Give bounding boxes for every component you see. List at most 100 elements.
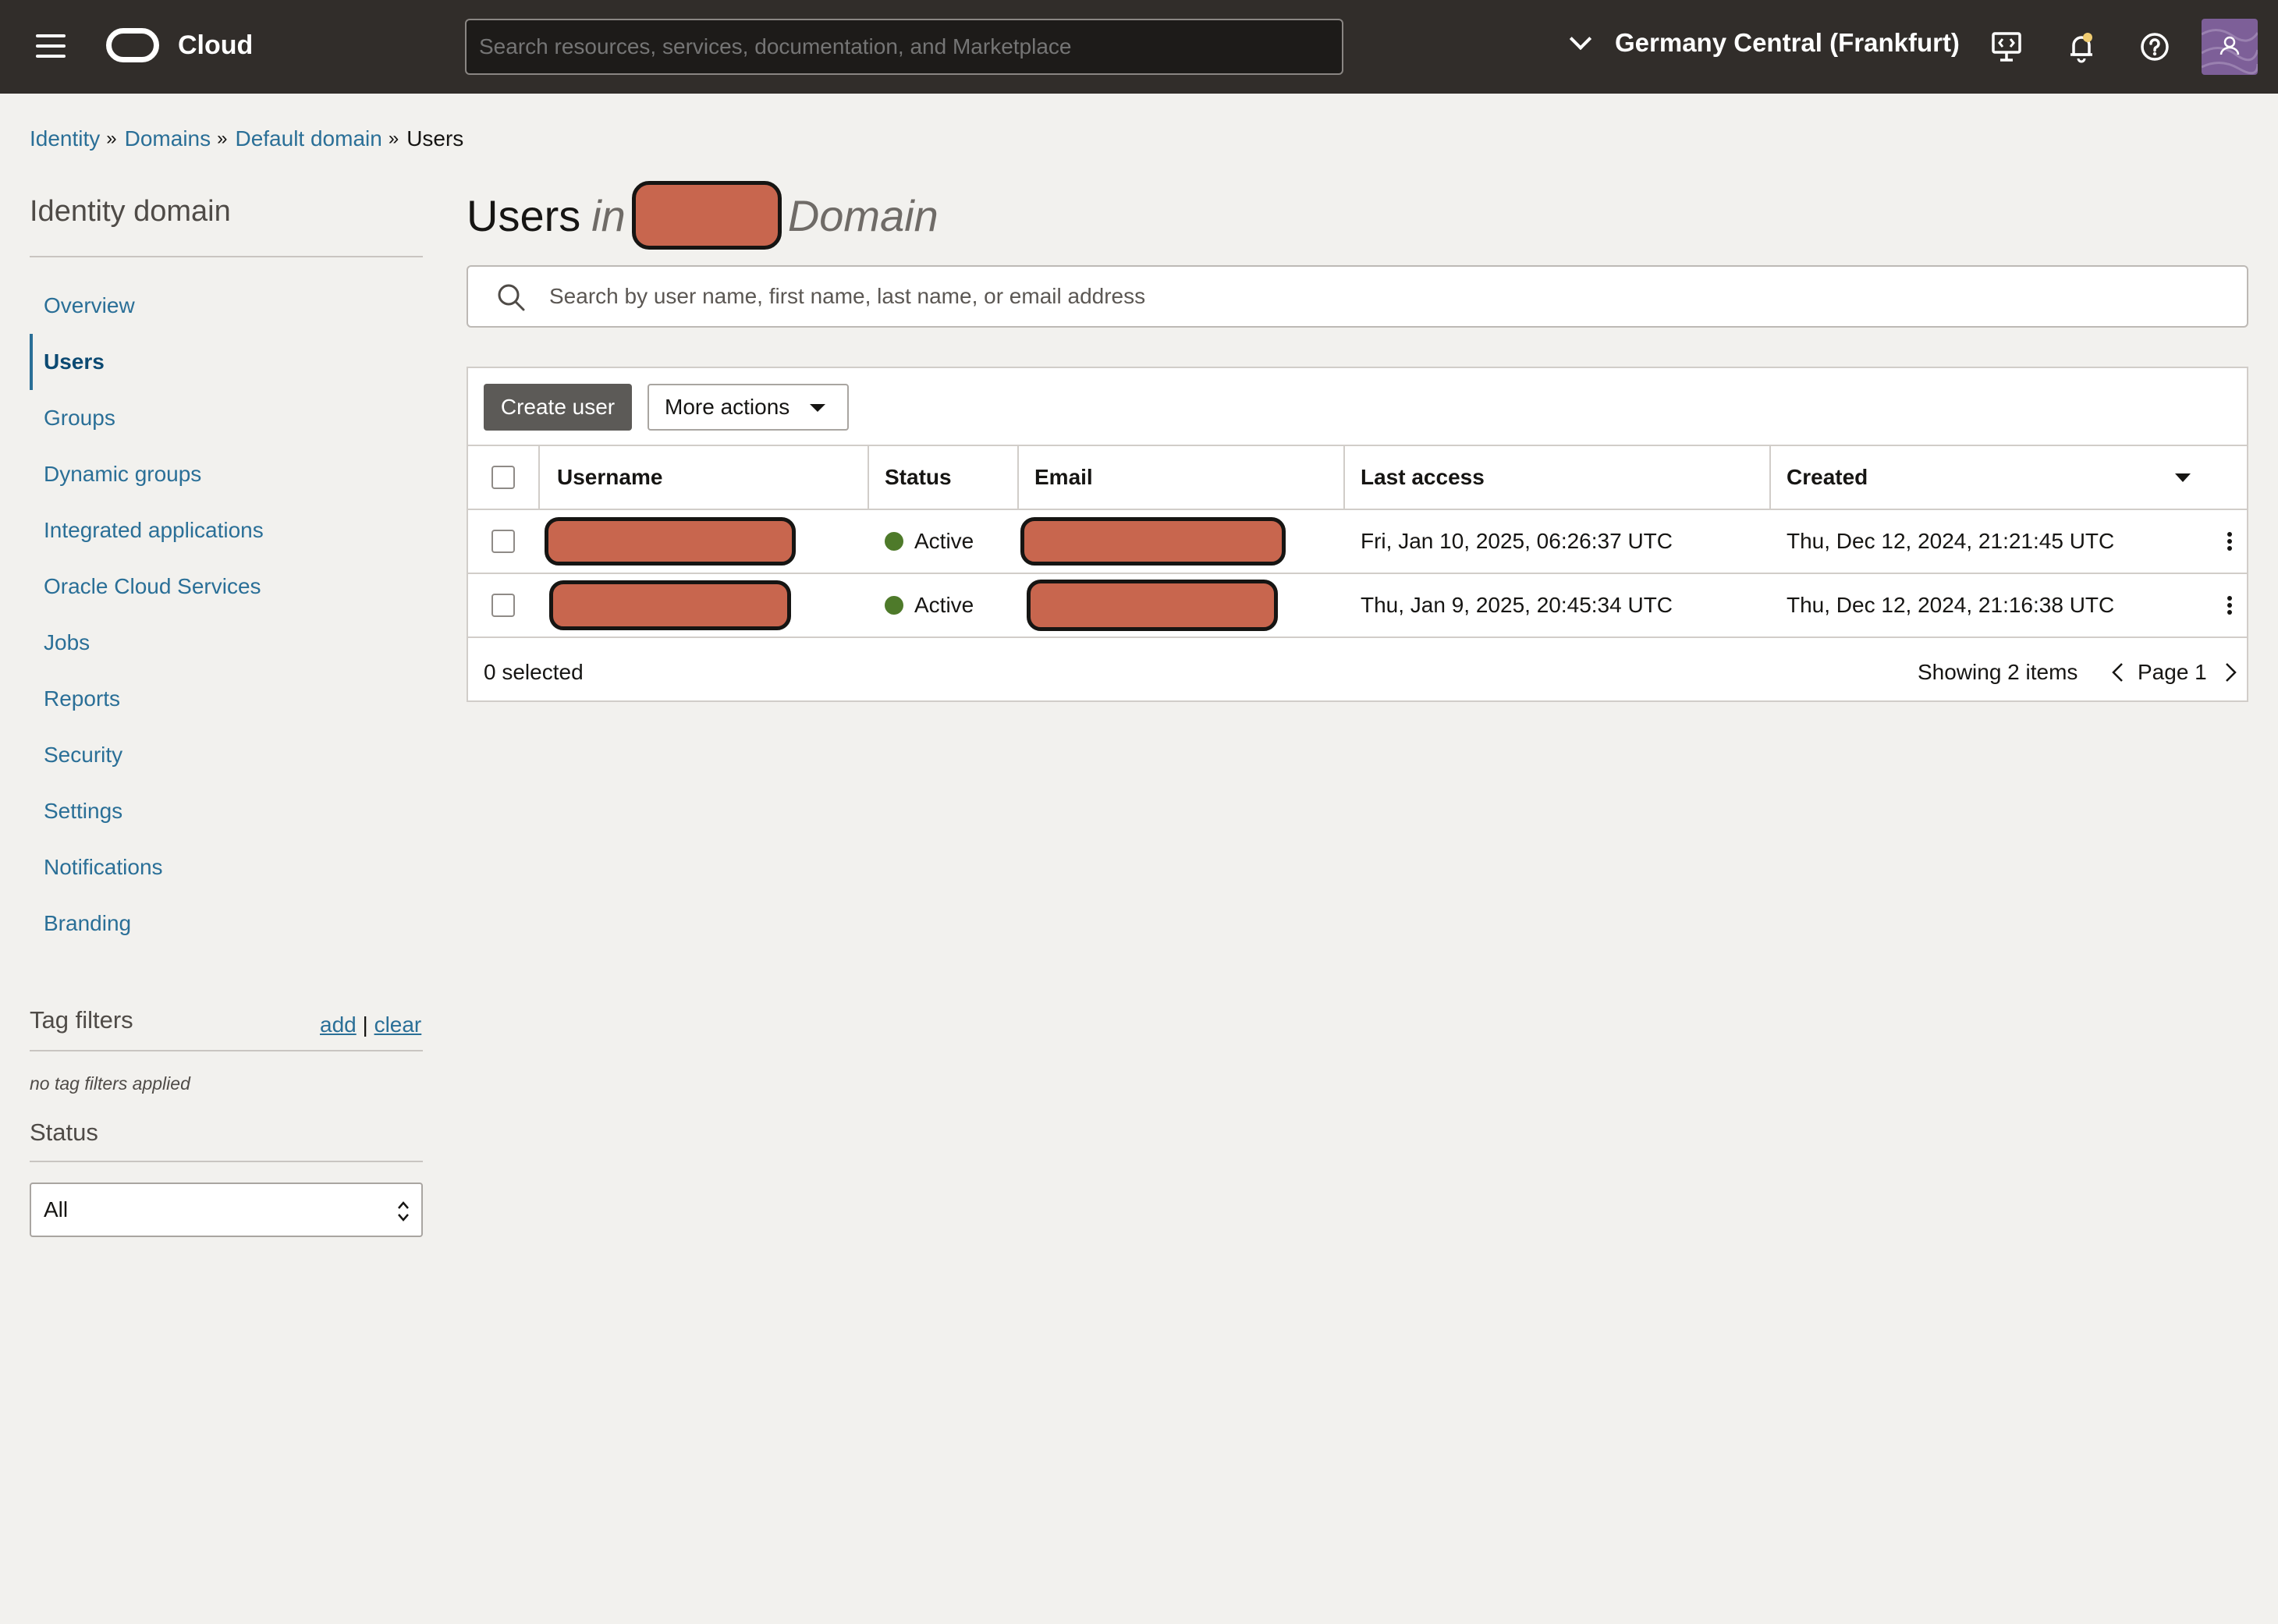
developer-tools-icon[interactable] <box>1988 28 2025 66</box>
sidebar-item-users[interactable]: Users <box>30 334 423 390</box>
last-access-cell: Thu, Jan 9, 2025, 20:45:34 UTC <box>1361 593 1673 617</box>
tag-filter-actions: add | clear <box>320 1012 421 1037</box>
region-selector[interactable]: Germany Central (Frankfurt) <box>1569 27 1960 58</box>
brand-name: Cloud <box>178 30 254 60</box>
sidebar-nav: Overview Users Groups Dynamic groups Int… <box>30 278 423 952</box>
tag-filter-clear-link[interactable]: clear <box>374 1012 422 1037</box>
sort-cell <box>2175 446 2191 509</box>
more-actions-label: More actions <box>665 395 790 419</box>
page-indicator: Page 1 <box>2138 660 2207 684</box>
sidebar-item-settings[interactable]: Settings <box>30 783 423 839</box>
sidebar-item-groups[interactable]: Groups <box>30 390 423 446</box>
tag-filters-divider <box>30 1050 423 1051</box>
status-filter-title: Status <box>30 1119 98 1146</box>
table-row[interactable]: Active Thu, Jan 9, 2025, 20:45:34 UTC Th… <box>468 574 2247 638</box>
select-arrows-icon <box>398 1201 409 1222</box>
sidebar-title: Identity domain <box>30 195 231 228</box>
brand-logo[interactable]: Cloud <box>106 28 253 62</box>
tag-filters-title: Tag filters <box>30 1006 133 1034</box>
sidebar-item-overview[interactable]: Overview <box>30 278 423 334</box>
menu-icon[interactable] <box>36 34 66 59</box>
table-toolbar: Create user More actions <box>468 368 2247 446</box>
last-access-cell: Fri, Jan 10, 2025, 06:26:37 UTC <box>1361 529 1673 553</box>
global-search-input[interactable] <box>465 19 1343 75</box>
region-label: Germany Central (Frankfurt) <box>1615 28 1960 57</box>
breadcrumb-current: Users <box>406 126 464 151</box>
users-table: Create user More actions Username Status… <box>467 367 2248 702</box>
breadcrumb-separator: » <box>388 128 399 149</box>
caret-down-icon <box>810 404 825 412</box>
tag-filter-divider: | <box>362 1012 368 1037</box>
column-header-username[interactable]: Username <box>557 446 662 509</box>
status-active-icon <box>885 596 903 615</box>
sort-descending-icon[interactable] <box>2175 473 2191 482</box>
sidebar-item-jobs[interactable]: Jobs <box>30 615 423 671</box>
column-header-status[interactable]: Status <box>885 446 952 509</box>
page-title-suffix: Domain <box>787 190 939 240</box>
row-checkbox[interactable] <box>491 594 515 617</box>
row-select-cell <box>491 510 515 573</box>
chevron-down-icon <box>1569 27 1592 51</box>
status-text: Active <box>914 529 974 553</box>
tag-filters-empty-text: no tag filters applied <box>30 1073 190 1094</box>
chevron-left-icon[interactable] <box>2108 661 2130 683</box>
breadcrumb-separator: » <box>106 128 117 149</box>
status-active-icon <box>885 532 903 551</box>
user-search-placeholder: Search by user name, first name, last na… <box>549 284 1146 308</box>
table-header-row: Username Status Email Last access Create… <box>468 446 2247 510</box>
breadcrumb: Identity » Domains » Default domain » Us… <box>30 126 463 151</box>
table-footer: 0 selected Showing 2 items Page 1 <box>468 641 2247 702</box>
column-header-email[interactable]: Email <box>1034 446 1093 509</box>
more-actions-button[interactable]: More actions <box>648 384 849 431</box>
bell-icon[interactable] <box>2063 28 2100 66</box>
page-title: Users in Domain <box>467 181 939 250</box>
kebab-menu-icon[interactable] <box>2214 526 2245 557</box>
sidebar-divider <box>30 256 423 257</box>
user-search-field[interactable]: Search by user name, first name, last na… <box>467 265 2248 328</box>
breadcrumb-domains[interactable]: Domains <box>125 126 211 151</box>
status-filter-value: All <box>44 1197 69 1222</box>
row-checkbox[interactable] <box>491 530 515 553</box>
row-select-cell <box>491 574 515 636</box>
email-cell <box>1020 510 1286 573</box>
sidebar-item-oracle-cloud-services[interactable]: Oracle Cloud Services <box>30 558 423 615</box>
sidebar-item-dynamic-groups[interactable]: Dynamic groups <box>30 446 423 502</box>
sidebar-item-security[interactable]: Security <box>30 727 423 783</box>
page-title-prefix: Users <box>467 190 581 240</box>
redacted-email <box>1027 580 1278 631</box>
created-cell: Thu, Dec 12, 2024, 21:16:38 UTC <box>1787 593 2115 617</box>
table-row[interactable]: Active Fri, Jan 10, 2025, 06:26:37 UTC T… <box>468 510 2247 574</box>
help-icon[interactable] <box>2136 28 2173 66</box>
oracle-logo-icon <box>106 28 159 62</box>
kebab-menu-icon[interactable] <box>2214 590 2245 621</box>
chevron-right-icon[interactable] <box>2219 661 2241 683</box>
breadcrumb-default-domain[interactable]: Default domain <box>235 126 381 151</box>
redacted-username[interactable] <box>545 517 796 566</box>
create-user-button[interactable]: Create user <box>484 384 632 431</box>
created-cell: Thu, Dec 12, 2024, 21:21:45 UTC <box>1787 529 2115 553</box>
status-filter-select[interactable]: All <box>30 1183 423 1237</box>
breadcrumb-separator: » <box>217 128 228 149</box>
selected-count: 0 selected <box>484 660 584 684</box>
select-all-checkbox[interactable] <box>491 466 515 489</box>
redacted-domain-name <box>631 181 782 250</box>
sidebar-item-branding[interactable]: Branding <box>30 895 423 952</box>
tag-filter-add-link[interactable]: add <box>320 1012 357 1037</box>
sidebar-item-notifications[interactable]: Notifications <box>30 839 423 895</box>
column-header-created[interactable]: Created <box>1787 446 1868 509</box>
column-header-last-access[interactable]: Last access <box>1361 446 1485 509</box>
breadcrumb-identity[interactable]: Identity <box>30 126 100 151</box>
status-cell: Active <box>885 510 974 573</box>
status-filter-divider <box>30 1161 423 1162</box>
top-bar: Cloud Germany Central (Frankfurt) <box>0 0 2278 94</box>
profile-icon[interactable] <box>2202 19 2258 75</box>
username-cell <box>545 510 796 573</box>
sidebar-item-integrated-applications[interactable]: Integrated applications <box>30 502 423 558</box>
redacted-email <box>1020 517 1286 566</box>
sidebar-item-reports[interactable]: Reports <box>30 671 423 727</box>
username-cell <box>549 574 791 636</box>
items-count: Showing 2 items <box>1918 660 2078 684</box>
redacted-username[interactable] <box>549 580 791 630</box>
row-actions-cell <box>2214 574 2245 636</box>
row-actions-cell <box>2214 510 2245 573</box>
